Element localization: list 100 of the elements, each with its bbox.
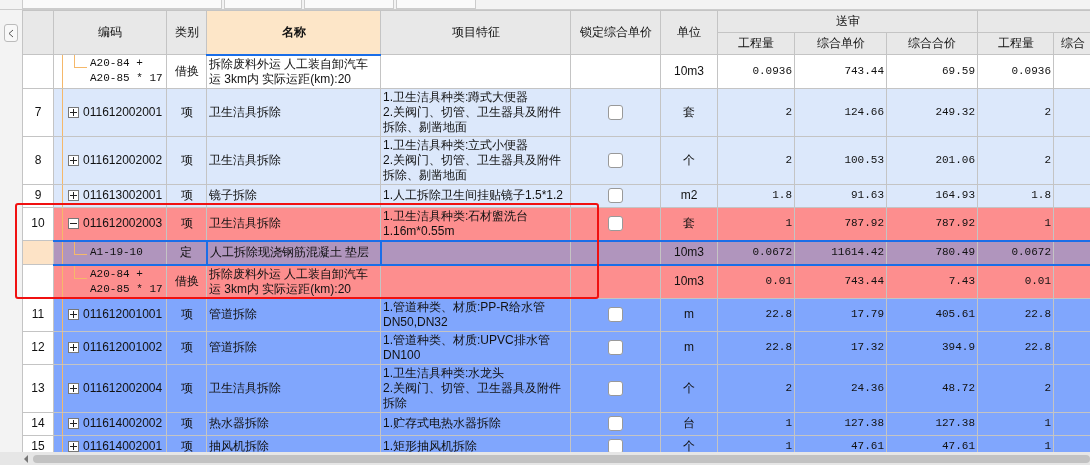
checkbox[interactable] (608, 439, 623, 452)
number-cell: 787.92 (794, 207, 887, 241)
number-cell: 0.0672 (717, 240, 795, 265)
scroll-left-icon[interactable] (24, 454, 29, 463)
type-cell: 项 (166, 88, 207, 136)
column-header[interactable]: 类别 (166, 10, 207, 55)
code-cell: A20-84 + A20-85 * 17 (53, 264, 167, 298)
row-number-cell: 13 (22, 364, 54, 412)
number-cell: 0.0936 (977, 54, 1054, 88)
code-cell: 011612002003 (53, 207, 167, 241)
number-cell: 1 (717, 207, 795, 241)
features-cell: 1.管道种类、材质:UPVC排水管 DN100 (380, 331, 571, 364)
name-cell: 拆除废料外运 人工装自卸汽车运 3km内 实际运距(km):20 (206, 264, 381, 298)
checkbox[interactable] (608, 104, 623, 120)
row-number-cell: 7 (22, 88, 54, 136)
tab[interactable] (304, 0, 394, 9)
name-cell: 管道拆除 (206, 331, 381, 364)
table-cell (1053, 364, 1090, 412)
plus-icon (69, 310, 78, 320)
expand-toggle[interactable] (68, 190, 79, 202)
group-header: 送审 (717, 10, 978, 33)
collapse-button[interactable] (4, 24, 18, 42)
column-header[interactable]: 项目特征 (380, 10, 571, 55)
expand-toggle[interactable] (68, 418, 79, 430)
type-cell: 项 (166, 136, 207, 184)
plus-icon (69, 191, 78, 201)
table-cell (1053, 240, 1090, 265)
expand-toggle[interactable] (68, 382, 79, 394)
number-cell: 743.44 (794, 54, 887, 88)
type-cell: 定 (166, 240, 207, 265)
number-cell: 405.61 (886, 298, 978, 331)
number-cell: 100.53 (794, 136, 887, 184)
number-cell: 22.8 (717, 298, 795, 331)
number-cell: 7.43 (886, 264, 978, 298)
number-cell: 11614.42 (794, 240, 887, 265)
name-cell: 热水器拆除 (206, 412, 381, 435)
unit-cell: m (660, 298, 718, 331)
table-cell (1053, 136, 1090, 184)
code-cell: 011612002001 (53, 88, 167, 136)
table-cell (1053, 88, 1090, 136)
code-cell: 011614002002 (53, 412, 167, 435)
unit-cell: 10m3 (660, 264, 718, 298)
number-cell: 69.59 (886, 54, 978, 88)
column-header[interactable]: 名称 (206, 10, 381, 55)
number-cell: 17.32 (794, 331, 887, 364)
name-cell: 卫生洁具拆除 (206, 364, 381, 412)
expand-toggle[interactable] (68, 342, 79, 354)
name-cell: 卫生洁具拆除 (206, 207, 381, 241)
horizontal-scrollbar[interactable] (0, 452, 1090, 465)
code-cell: 011612001002 (53, 331, 167, 364)
number-cell: 22.8 (977, 331, 1054, 364)
number-cell: 394.9 (886, 331, 978, 364)
number-cell: 124.66 (794, 88, 887, 136)
column-header[interactable]: 单位 (660, 10, 718, 55)
tab[interactable] (22, 0, 222, 9)
scrollbar-thumb[interactable] (33, 454, 1090, 463)
unit-cell: 个 (660, 136, 718, 184)
row-number-cell: 10 (22, 207, 54, 241)
expand-toggle[interactable] (68, 309, 79, 321)
collapse-toggle[interactable] (68, 218, 79, 230)
checkbox[interactable] (608, 416, 623, 432)
checkbox[interactable] (608, 152, 623, 168)
features-cell: 1.卫生洁具种类:石材盥洗台 1.16m*0.55m (380, 207, 571, 241)
checkbox[interactable] (608, 307, 623, 323)
number-cell: 2 (717, 136, 795, 184)
expand-toggle[interactable] (68, 441, 79, 452)
code-cell: A20-84 + A20-85 * 17 (53, 54, 167, 88)
number-cell: 0.0936 (717, 54, 795, 88)
name-cell: 拆除废料外运 人工装自卸汽车运 3km内 实际运距(km):20 (206, 54, 381, 88)
column-header[interactable]: 编码 (53, 10, 167, 55)
features-cell: 1.卫生洁具种类:立式小便器 2.关阀门、切管、卫生器具及附件拆除、剔凿地面 (380, 136, 571, 184)
checkbox[interactable] (608, 188, 623, 204)
plus-icon (69, 442, 78, 452)
unit-cell: 10m3 (660, 240, 718, 265)
name-cell: 卫生洁具拆除 (206, 88, 381, 136)
tab[interactable] (224, 0, 302, 9)
plus-icon (69, 419, 78, 429)
features-cell: 1.贮存式电热水器拆除 (380, 412, 571, 435)
code-cell: 011612001001 (53, 298, 167, 331)
checkbox[interactable] (608, 216, 623, 232)
number-cell: 2 (977, 88, 1054, 136)
checkbox[interactable] (608, 380, 623, 396)
code-cell: 011612002002 (53, 136, 167, 184)
name-cell: 卫生洁具拆除 (206, 136, 381, 184)
number-cell: 0.0672 (977, 240, 1054, 265)
features-cell: 1.卫生洁具种类:蹲式大便器 2.关阀门、切管、卫生器具及附件拆除、剔凿地面 (380, 88, 571, 136)
number-cell: 0.01 (977, 264, 1054, 298)
expand-toggle[interactable] (68, 154, 79, 166)
number-cell: 24.36 (794, 364, 887, 412)
tab[interactable] (396, 0, 476, 9)
column-header[interactable]: 锁定综合单价 (570, 10, 661, 55)
code-cell: A1-19-10 (53, 240, 167, 265)
features-cell: 1.卫生洁具种类:水龙头 2.关阀门、切管、卫生器具及附件拆除 (380, 364, 571, 412)
checkbox[interactable] (608, 340, 623, 356)
number-cell: 1 (977, 207, 1054, 241)
number-cell: 2 (977, 364, 1054, 412)
row-number-cell: 14 (22, 412, 54, 435)
expand-toggle[interactable] (68, 106, 79, 118)
plus-icon (69, 343, 78, 353)
number-cell: 48.72 (886, 364, 978, 412)
